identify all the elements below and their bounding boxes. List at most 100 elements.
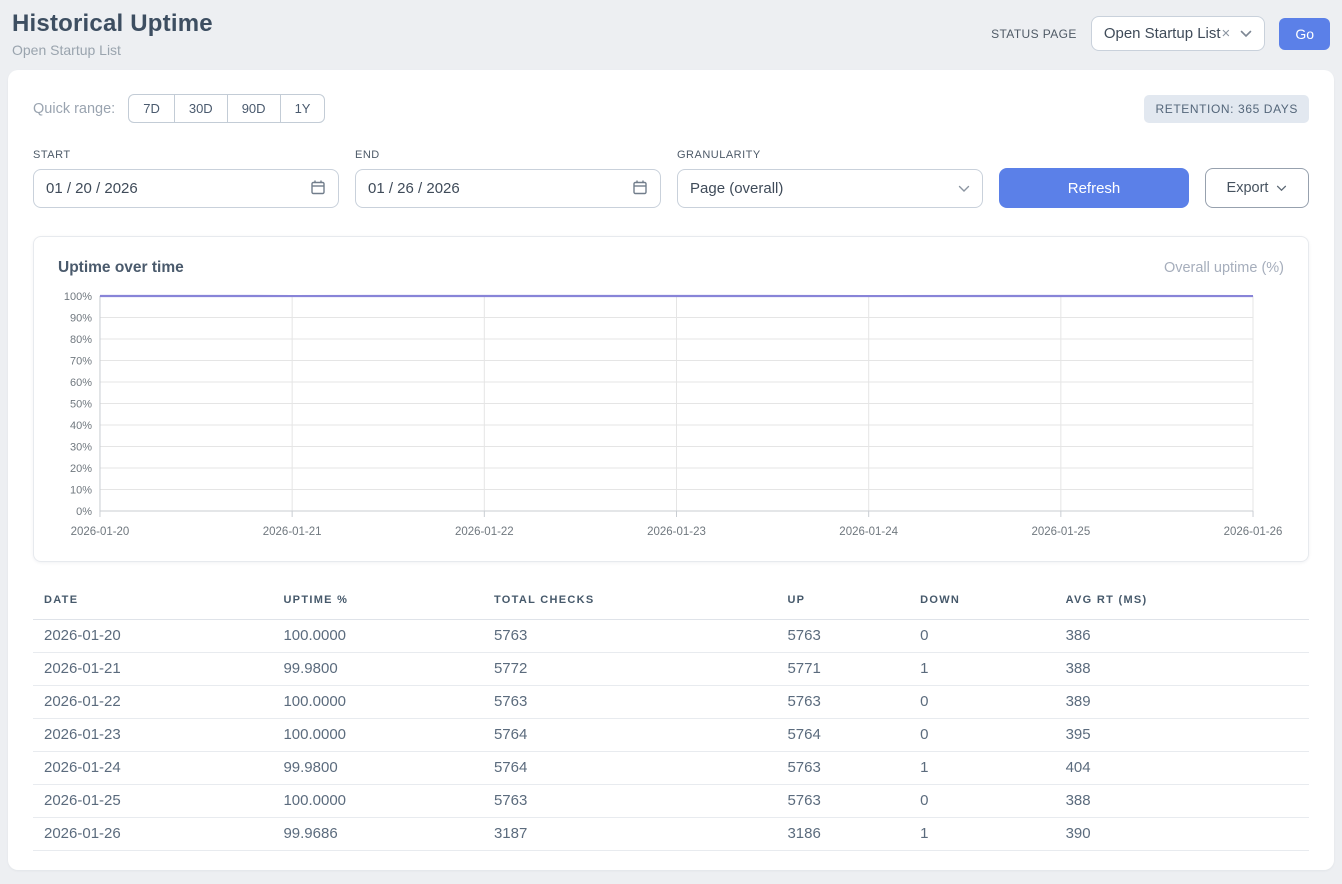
table-cell: 388 [1058, 785, 1309, 818]
go-button[interactable]: Go [1279, 18, 1330, 50]
uptime-chart-svg: 0%10%20%30%40%50%60%70%80%90%100%2026-01… [58, 289, 1284, 551]
uptime-table-body: 2026-01-20100.00005763576303862026-01-21… [33, 620, 1309, 851]
table-cell: 1 [912, 818, 1057, 851]
table-row: 2026-01-20100.0000576357630386 [33, 620, 1309, 653]
page-subtitle: Open Startup List [12, 42, 213, 58]
quick-range-row: Quick range: 7D30D90D1Y RETENTION: 365 D… [33, 94, 1309, 123]
table-row: 2026-01-2699.9686318731861390 [33, 818, 1309, 851]
uptime-chart-card: Uptime over time Overall uptime (%) 0% 10… [33, 236, 1309, 562]
export-label: Export [1227, 180, 1269, 196]
svg-text:60%: 60% [70, 377, 92, 389]
table-header-cell: DATE [33, 584, 275, 620]
end-date-input[interactable]: 01 / 26 / 2026 [355, 169, 661, 208]
svg-text:40%: 40% [70, 420, 92, 432]
table-cell: 99.9686 [275, 818, 486, 851]
quick-range-30d[interactable]: 30D [174, 94, 228, 123]
quick-range-90d[interactable]: 90D [227, 94, 281, 123]
svg-text:2026-01-25: 2026-01-25 [1031, 526, 1090, 538]
table-cell: 388 [1058, 653, 1309, 686]
table-cell: 0 [912, 620, 1057, 653]
quick-range-7d[interactable]: 7D [128, 94, 175, 123]
table-cell: 2026-01-21 [33, 653, 275, 686]
table-cell: 2026-01-25 [33, 785, 275, 818]
table-cell: 5763 [779, 785, 912, 818]
table-cell: 100.0000 [275, 620, 486, 653]
table-cell: 5764 [486, 752, 779, 785]
table-header-cell: TOTAL CHECKS [486, 584, 779, 620]
chart-title: Uptime over time [58, 259, 184, 277]
quick-range-1y[interactable]: 1Y [280, 94, 326, 123]
table-header-cell: AVG RT (MS) [1058, 584, 1309, 620]
table-row: 2026-01-2499.9800576457631404 [33, 752, 1309, 785]
granularity-field: GRANULARITY Page (overall) [677, 149, 983, 208]
table-cell: 99.9800 [275, 752, 486, 785]
granularity-label: GRANULARITY [677, 149, 983, 161]
table-cell: 386 [1058, 620, 1309, 653]
svg-text:70%: 70% [70, 355, 92, 367]
table-cell: 2026-01-24 [33, 752, 275, 785]
filters-row: START 01 / 20 / 2026 END 01 / 26 / 2026 … [33, 149, 1309, 208]
chevron-down-icon [1276, 180, 1287, 196]
table-header-cell: UPTIME % [275, 584, 486, 620]
uptime-table-head-row: DATEUPTIME %TOTAL CHECKSUPDOWNAVG RT (MS… [33, 584, 1309, 620]
table-row: 2026-01-25100.0000576357630388 [33, 785, 1309, 818]
quick-range-wrap: Quick range: 7D30D90D1Y [33, 94, 325, 123]
table-cell: 0 [912, 686, 1057, 719]
table-cell: 404 [1058, 752, 1309, 785]
start-date-input[interactable]: 01 / 20 / 2026 [33, 169, 339, 208]
svg-text:2026-01-23: 2026-01-23 [647, 526, 706, 538]
table-cell: 2026-01-26 [33, 818, 275, 851]
table-cell: 5771 [779, 653, 912, 686]
quick-range-label: Quick range: [33, 101, 115, 117]
refresh-button[interactable]: Refresh [999, 168, 1189, 208]
svg-text:2026-01-24: 2026-01-24 [839, 526, 898, 538]
table-cell: 0 [912, 719, 1057, 752]
quick-range-group: 7D30D90D1Y [128, 94, 325, 123]
table-cell: 3186 [779, 818, 912, 851]
main-panel: Quick range: 7D30D90D1Y RETENTION: 365 D… [8, 70, 1334, 870]
chart-legend: Overall uptime (%) [1164, 260, 1284, 276]
table-cell: 5764 [486, 719, 779, 752]
table-cell: 99.9800 [275, 653, 486, 686]
table-cell: 0 [912, 785, 1057, 818]
table-cell: 2026-01-22 [33, 686, 275, 719]
table-cell: 2026-01-23 [33, 719, 275, 752]
header-controls: STATUS PAGE Open Startup List × Go [991, 16, 1330, 51]
table-cell: 1 [912, 752, 1057, 785]
table-cell: 389 [1058, 686, 1309, 719]
svg-text:100%: 100% [64, 291, 92, 303]
svg-text:0%: 0% [76, 506, 92, 518]
clear-icon[interactable]: × [1222, 25, 1231, 42]
table-cell: 5763 [486, 620, 779, 653]
granularity-select[interactable]: Page (overall) [677, 169, 983, 208]
table-cell: 2026-01-20 [33, 620, 275, 653]
page-header: Historical Uptime Open Startup List STAT… [0, 0, 1342, 70]
page-heading: Historical Uptime Open Startup List [12, 10, 213, 58]
status-page-select[interactable]: Open Startup List × [1091, 16, 1266, 51]
table-cell: 3187 [486, 818, 779, 851]
table-cell: 395 [1058, 719, 1309, 752]
status-page-label: STATUS PAGE [991, 27, 1077, 41]
start-label: START [33, 149, 339, 161]
svg-text:2026-01-20: 2026-01-20 [71, 526, 130, 538]
table-cell: 1 [912, 653, 1057, 686]
page-title: Historical Uptime [12, 10, 213, 38]
svg-text:2026-01-22: 2026-01-22 [455, 526, 514, 538]
table-cell: 5763 [779, 752, 912, 785]
status-page-value: Open Startup List [1104, 25, 1221, 42]
end-label: END [355, 149, 661, 161]
svg-text:50%: 50% [70, 398, 92, 410]
table-cell: 5763 [486, 785, 779, 818]
table-cell: 5763 [486, 686, 779, 719]
table-cell: 5772 [486, 653, 779, 686]
calendar-icon[interactable] [632, 179, 648, 199]
svg-text:2026-01-21: 2026-01-21 [263, 526, 322, 538]
svg-text:80%: 80% [70, 334, 92, 346]
end-field: END 01 / 26 / 2026 [355, 149, 661, 208]
uptime-table: DATEUPTIME %TOTAL CHECKSUPDOWNAVG RT (MS… [33, 584, 1309, 851]
granularity-value: Page (overall) [690, 180, 783, 197]
export-button[interactable]: Export [1205, 168, 1309, 208]
table-cell: 5763 [779, 620, 912, 653]
table-header-cell: DOWN [912, 584, 1057, 620]
calendar-icon[interactable] [310, 179, 326, 199]
